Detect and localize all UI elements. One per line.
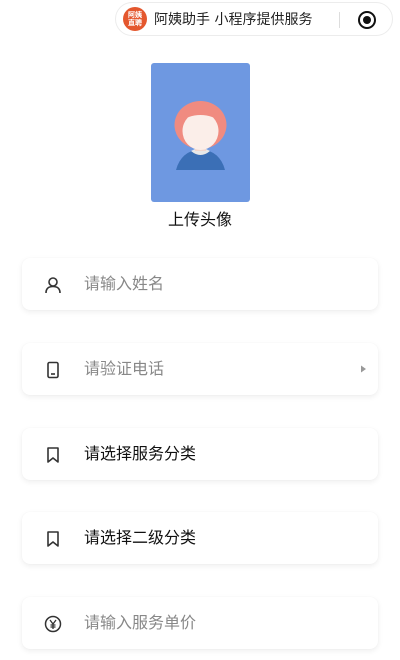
- avatar-upload-label[interactable]: 上传头像: [0, 206, 400, 230]
- user-icon: [44, 276, 62, 294]
- category-selector[interactable]: 请选择服务分类: [22, 428, 378, 480]
- capsule-title: 阿姨助手 小程序提供服务: [154, 12, 313, 28]
- subcategory-select[interactable]: 请选择二级分类: [84, 512, 196, 564]
- name-field[interactable]: 请输入姓名: [22, 258, 378, 310]
- category-select[interactable]: 请选择服务分类: [84, 428, 196, 480]
- phone-input[interactable]: 请验证电话: [84, 343, 164, 395]
- avatar-upload[interactable]: [151, 63, 250, 202]
- capsule-divider: [339, 12, 340, 28]
- app-logo-text: 阿姨直聘: [128, 11, 142, 27]
- caret-right-icon: [361, 365, 366, 373]
- target-icon[interactable]: [358, 11, 376, 29]
- name-input[interactable]: 请输入姓名: [84, 258, 164, 310]
- avatar-placeholder-icon: [174, 101, 227, 170]
- phone-icon: [44, 361, 62, 379]
- app-logo: 阿姨直聘: [123, 7, 147, 31]
- bookmark-icon: [44, 530, 62, 548]
- price-input[interactable]: 请输入服务单价: [84, 597, 196, 649]
- price-field[interactable]: 请输入服务单价: [22, 597, 378, 649]
- phone-field[interactable]: 请验证电话: [22, 343, 378, 395]
- mini-program-capsule: 阿姨直聘 阿姨助手 小程序提供服务: [115, 2, 393, 36]
- bookmark-icon: [44, 446, 62, 464]
- yen-icon: [44, 615, 62, 633]
- subcategory-selector[interactable]: 请选择二级分类: [22, 512, 378, 564]
